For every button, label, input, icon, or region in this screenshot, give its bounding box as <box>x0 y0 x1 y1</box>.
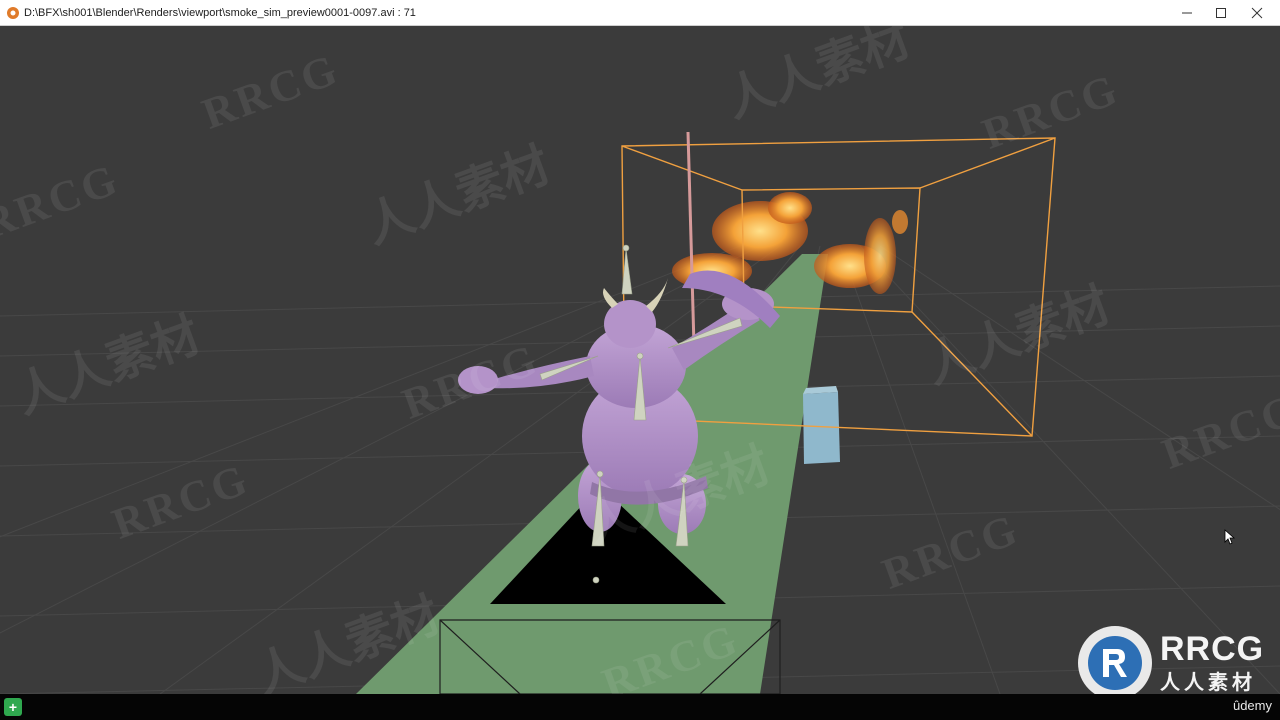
collider-cube <box>803 386 840 464</box>
close-icon <box>1251 7 1263 19</box>
armature-pole <box>686 131 696 347</box>
rrcg-logo: RRCG 人人素材 <box>1078 626 1264 694</box>
mouse-cursor-icon <box>1224 529 1236 545</box>
viewport-scene <box>0 131 1280 694</box>
window-titlebar: D:\BFX\sh001\Blender\Renders\viewport\sm… <box>0 0 1280 26</box>
close-button[interactable] <box>1234 0 1280 26</box>
udemy-brand: ûdemy <box>1232 698 1272 713</box>
window-title: D:\BFX\sh001\Blender\Renders\viewport\sm… <box>24 6 416 19</box>
add-icon[interactable]: + <box>4 698 22 716</box>
player-app-icon <box>7 6 19 19</box>
logo-subtitle: 人人素材 <box>1160 671 1256 694</box>
minimize-icon <box>1182 12 1192 14</box>
logo-title: RRCG <box>1160 629 1265 668</box>
video-viewport[interactable]: RRCG 人人素材 RRCG 人人素材 RRCG 人人素材 RRCG 人人素材 … <box>0 26 1280 694</box>
maximize-icon <box>1216 8 1226 18</box>
bottom-statusbar: + ûdemy <box>0 694 1280 720</box>
rrcg-logo-emblem-icon <box>1078 626 1152 694</box>
